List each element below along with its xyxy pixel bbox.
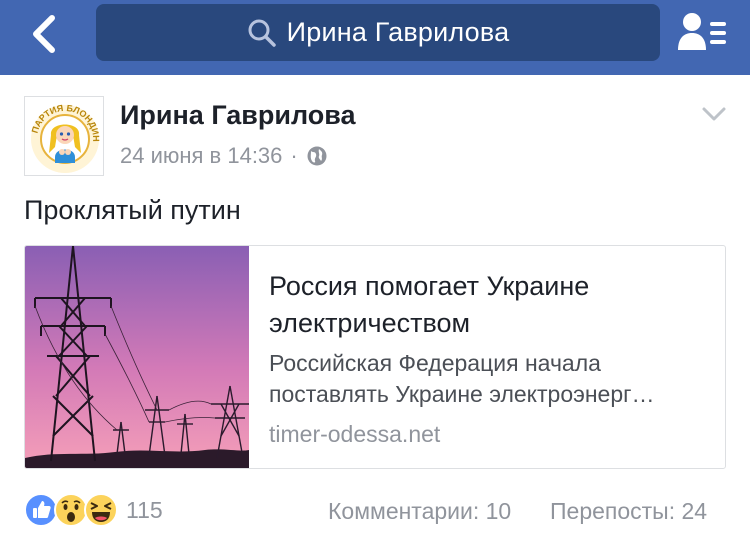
wow-icon <box>54 493 88 527</box>
avatar[interactable]: ПАРТИЯ БЛОНДИНОК <box>24 96 104 176</box>
search-input[interactable]: Ирина Гаврилова <box>96 4 660 61</box>
back-button[interactable] <box>24 12 64 56</box>
post-text: Проклятый путин <box>24 195 241 225</box>
search-icon <box>248 19 276 47</box>
search-query: Ирина Гаврилова <box>286 17 510 47</box>
link-description: Российская Федерация начала поставлять У… <box>269 350 655 407</box>
haha-icon <box>84 493 118 527</box>
friend-requests-icon <box>678 13 726 50</box>
reactions-summary[interactable]: 115 <box>24 493 163 527</box>
post-options-button[interactable] <box>700 104 728 124</box>
globe-icon <box>307 146 327 166</box>
power-lines-image <box>25 246 249 468</box>
link-preview-card[interactable]: Россия помогает Украине электричеством Р… <box>24 245 726 469</box>
friend-requests-button[interactable] <box>676 12 728 52</box>
post-meta: 24 июня в 14:36 · <box>120 143 328 169</box>
like-icon <box>24 493 58 527</box>
shares-count[interactable]: Перепосты: 24 <box>550 498 707 525</box>
meta-separator: · <box>290 143 298 168</box>
reaction-count: 115 <box>126 496 163 523</box>
post-date[interactable]: 24 июня в 14:36 <box>120 143 282 169</box>
party-logo: ПАРТИЯ БЛОНДИНОК <box>25 97 103 175</box>
link-title: Россия помогает Украине электричеством <box>269 271 590 338</box>
comments-count[interactable]: Комментарии: 10 <box>328 498 511 525</box>
author-name[interactable]: Ирина Гаврилова <box>120 100 356 131</box>
chevron-down-icon <box>702 107 726 121</box>
link-domain: timer-odessa.net <box>269 421 441 447</box>
chevron-left-icon <box>33 15 55 53</box>
top-bar: Ирина Гаврилова <box>0 0 750 75</box>
